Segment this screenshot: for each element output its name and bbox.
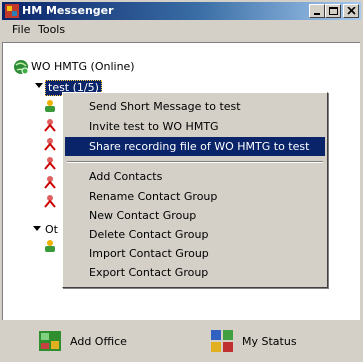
app-icon (5, 4, 19, 18)
context-menu: Send Short Message to test Invite test t… (62, 92, 328, 288)
close-button[interactable] (343, 4, 359, 18)
menu-add-contacts[interactable]: Add Contacts (65, 167, 325, 186)
menu-rename-group[interactable]: Rename Contact Group (65, 187, 325, 206)
add-office-icon (39, 331, 61, 351)
my-status-icon (211, 330, 233, 352)
menu-bar: File Tools (2, 20, 361, 40)
my-status-label: My Status (242, 335, 297, 348)
group2-label: Ot (45, 223, 58, 236)
contact-online-icon[interactable] (43, 99, 57, 113)
globe-online-icon (14, 60, 29, 75)
contact-offline-icon[interactable] (43, 156, 57, 170)
menu-share-recording[interactable]: Share recording file of WO HMTG to test (65, 137, 325, 156)
menu-send-short-message[interactable]: Send Short Message to test (65, 97, 325, 116)
contact-offline-icon[interactable] (43, 118, 57, 132)
menu-file[interactable]: File (12, 23, 30, 36)
tree-root-label: WO HMTG (Online) (31, 60, 135, 73)
minimize-button[interactable] (309, 4, 325, 18)
menu-invite[interactable]: Invite test to WO HMTG (65, 117, 325, 136)
window-title: HM Messenger (22, 4, 114, 17)
app-window: HM Messenger File Tools WO HMTG (Online)… (0, 0, 363, 362)
menu-tools[interactable]: Tools (38, 23, 65, 36)
menu-import-group[interactable]: Import Contact Group (65, 244, 325, 263)
menu-delete-group[interactable]: Delete Contact Group (65, 225, 325, 244)
title-bar[interactable]: HM Messenger (2, 2, 361, 20)
contact-offline-icon[interactable] (43, 137, 57, 151)
menu-separator (67, 161, 323, 163)
maximize-icon (329, 7, 338, 15)
contact-offline-icon[interactable] (43, 175, 57, 189)
add-office-label: Add Office (70, 335, 127, 348)
menu-export-group[interactable]: Export Contact Group (65, 263, 325, 282)
close-icon (347, 7, 356, 15)
expand-arrow-icon (33, 226, 41, 231)
bottom-toolbar: Add Office My Status (0, 320, 363, 362)
contact-online-icon[interactable] (43, 239, 57, 253)
expand-arrow-icon (35, 83, 43, 88)
maximize-button[interactable] (325, 4, 341, 18)
contact-offline-icon[interactable] (43, 194, 57, 208)
menu-new-group[interactable]: New Contact Group (65, 206, 325, 225)
minimize-icon (314, 13, 320, 15)
